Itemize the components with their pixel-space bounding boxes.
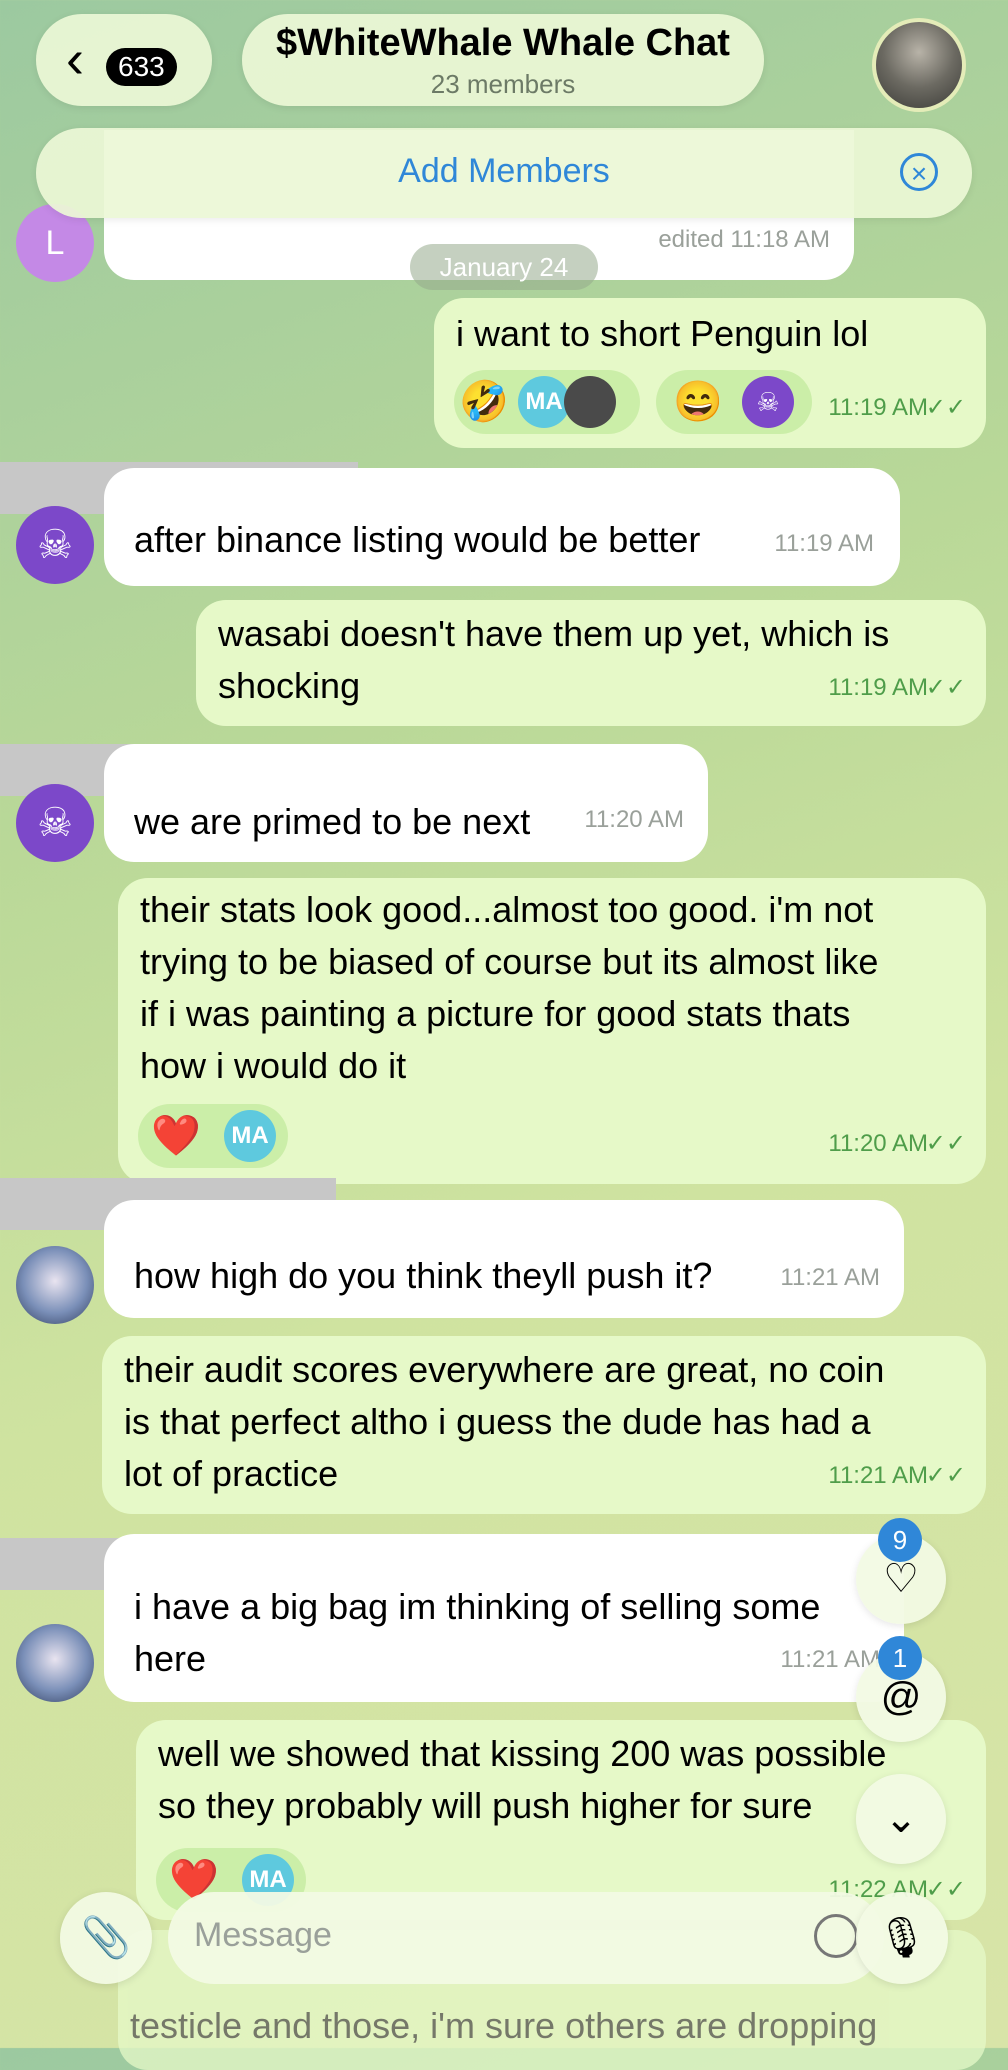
reactor-avatar: MA [224, 1110, 276, 1162]
message-time: edited 11:18 AM [658, 226, 830, 253]
heart-outline-icon: ♡ [883, 1557, 919, 1601]
scroll-down-button[interactable]: ⌄ [856, 1774, 946, 1864]
message-text: we are primed to be next [134, 801, 531, 842]
message-input[interactable]: Message [168, 1892, 884, 1984]
message-text: shocking [218, 665, 361, 706]
read-check-icon: ✓✓ [925, 1130, 966, 1157]
chevron-down-icon: ⌄ [884, 1797, 918, 1841]
reaction[interactable]: 🤣 MA [454, 370, 640, 434]
microphone-icon: 🎙 [876, 1916, 928, 1960]
message-text: if i was painting a picture for good sta… [140, 993, 851, 1034]
attach-button[interactable]: 📎 [60, 1892, 152, 1984]
message-text: their audit scores everywhere are great,… [124, 1349, 885, 1390]
message-placeholder: Message [194, 1916, 332, 1954]
read-check-icon: ✓✓ [925, 1462, 966, 1489]
message-text: so they probably will push higher for su… [158, 1785, 813, 1826]
at-sign-icon: @ [880, 1675, 922, 1719]
chat-title[interactable]: $WhiteWhale Whale Chat 23 members [242, 14, 764, 106]
message-text: i want to short Penguin lol [456, 313, 869, 354]
message-bubble-outgoing[interactable]: their audit scores everywhere are great,… [102, 1336, 986, 1514]
close-icon[interactable]: × [900, 153, 938, 191]
chevron-left-icon: ‹ [66, 29, 84, 89]
sticker-icon[interactable] [814, 1914, 858, 1958]
message-text: their stats look good...almost too good.… [140, 889, 874, 930]
message-text: wasabi doesn't have them up yet, which i… [218, 613, 890, 654]
message-text: i have a big bag im thinking of selling … [134, 1586, 821, 1627]
message-bubble-outgoing[interactable]: i want to short Penguin lol 🤣 MA 😄 ☠ 11:… [434, 298, 986, 448]
reactor-avatar [564, 376, 616, 428]
reactor-avatar: MA [518, 376, 570, 428]
message-text: well we showed that kissing 200 was poss… [158, 1733, 887, 1774]
emoji-laugh-icon: 🤣 [459, 380, 509, 424]
message-time: 11:21 AM [780, 1264, 880, 1291]
heart-icon: ❤️ [151, 1114, 201, 1158]
message-text: how high do you think theyll push it? [134, 1255, 713, 1296]
message-time: 11:19 AM [774, 530, 874, 557]
avatar[interactable]: ☠ [16, 784, 94, 862]
emoji-grin-icon: 😄 [673, 380, 723, 424]
message-text: lot of practice [124, 1453, 339, 1494]
mentions-count-badge: 1 [878, 1636, 922, 1680]
chat-avatar[interactable] [872, 18, 966, 112]
chat-name: $WhiteWhale Whale Chat [276, 22, 730, 64]
message-time: 11:19 AM [828, 394, 928, 421]
message-text: is that perfect altho i guess the dude h… [124, 1401, 871, 1442]
message-text: trying to be biased of course but its al… [140, 941, 879, 982]
add-members-link[interactable]: Add Members [36, 152, 972, 191]
add-members-bar[interactable]: Add Members × [36, 128, 972, 218]
message-bubble-incoming[interactable]: we are primed to be next 11:20 AM [104, 744, 708, 862]
unread-count-badge: 633 [106, 48, 177, 86]
message-bubble-incoming[interactable]: i have a big bag im thinking of selling … [104, 1534, 904, 1702]
read-check-icon: ✓✓ [925, 674, 966, 701]
paperclip-icon: 📎 [81, 1916, 131, 1960]
read-check-icon: ✓✓ [925, 394, 966, 421]
message-bubble-outgoing[interactable]: their stats look good...almost too good.… [118, 878, 986, 1184]
message-time: 11:20 AM [828, 1130, 928, 1157]
message-text: here [134, 1638, 207, 1679]
message-time: 11:19 AM [828, 674, 928, 701]
avatar[interactable]: ☠ [16, 506, 94, 584]
reaction[interactable]: 😄 ☠ [656, 370, 812, 434]
message-bubble-incoming[interactable]: after binance listing would be better 11… [104, 468, 900, 586]
message-text: after binance listing would be better [134, 519, 701, 560]
member-count: 23 members [430, 69, 576, 99]
message-text: how i would do it [140, 1045, 407, 1086]
message-time: 11:20 AM [584, 806, 684, 833]
reactor-avatar: ☠ [742, 376, 794, 428]
date-separator: January 24 [410, 244, 598, 290]
voice-button[interactable]: 🎙 [856, 1892, 948, 1984]
avatar[interactable] [16, 1246, 94, 1324]
reaction[interactable]: ❤️ MA [138, 1104, 288, 1168]
message-time: 11:21 AM [828, 1462, 928, 1489]
message-bubble-incoming[interactable]: how high do you think theyll push it? 11… [104, 1200, 904, 1318]
message-text: testicle and those, i'm sure others are … [130, 2005, 878, 2046]
avatar[interactable] [16, 1624, 94, 1702]
back-button[interactable]: ‹ 633 [36, 14, 212, 106]
message-bubble-outgoing[interactable]: wasabi doesn't have them up yet, which i… [196, 600, 986, 726]
reactions-count-badge: 9 [878, 1518, 922, 1562]
